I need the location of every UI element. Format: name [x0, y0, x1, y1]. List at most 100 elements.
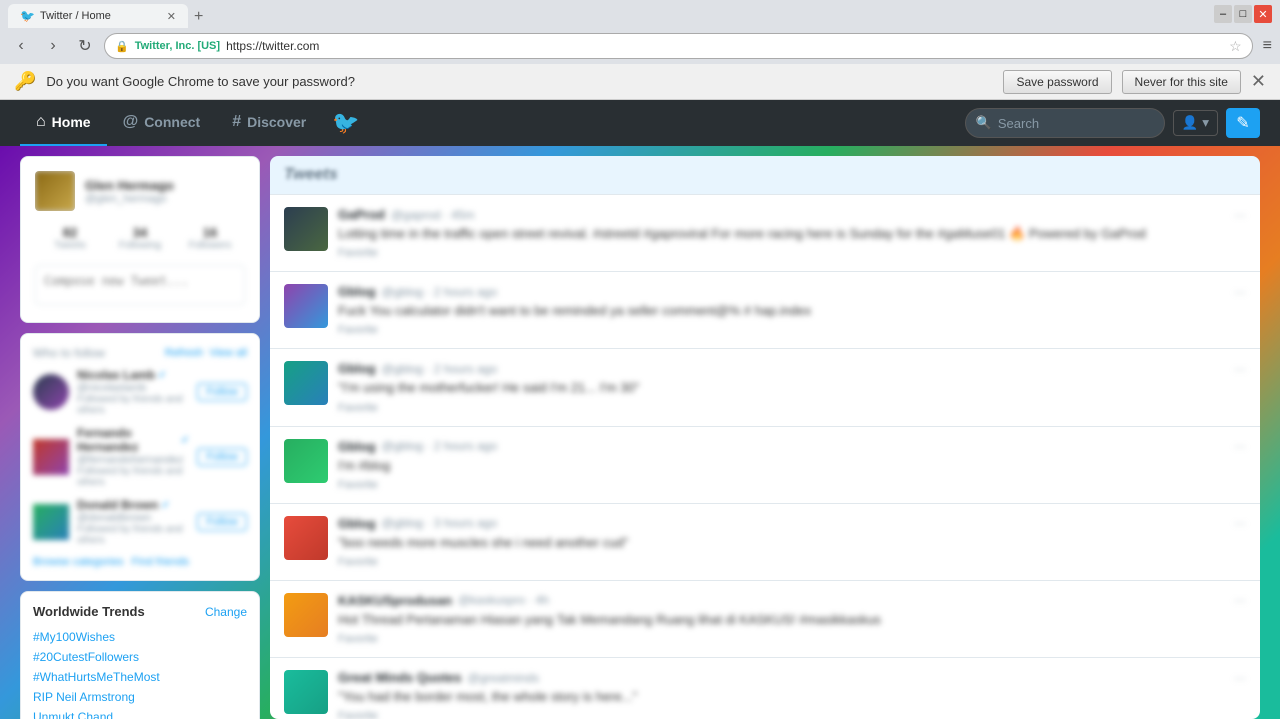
tweet-actions-6: Favorite [338, 633, 1246, 645]
following-count: 34 [109, 225, 171, 240]
trend-1[interactable]: #My100Wishes [33, 627, 247, 647]
trends-header: Worldwide Trends Change [33, 604, 247, 619]
tweet-actions-3: Favorite [338, 402, 1246, 414]
trends-title: Worldwide Trends [33, 604, 205, 619]
tweet-more-7[interactable]: ··· [1234, 671, 1246, 685]
tweet-name-3: Gblog [338, 361, 376, 376]
new-tab-button[interactable]: + [188, 6, 209, 28]
tweet-header-2: Gblog @gblog · 2 hours ago ··· [338, 284, 1246, 299]
follow-button-1[interactable]: Follow [197, 383, 247, 401]
tweet-text-6: Hot Thread Pertanaman Hiasan yang Tak Me… [338, 611, 1246, 629]
maximize-button[interactable]: □ [1234, 5, 1252, 23]
browse-links: Browse categories Find friends [33, 556, 247, 568]
tweets-panel: Tweets GaProd @gaprod · 45m ··· Lotting … [270, 156, 1260, 719]
tweet-more-3[interactable]: ··· [1234, 362, 1246, 376]
tweet-username-7: @greatminds [468, 671, 540, 685]
browse-categories-link[interactable]: Browse categories [33, 556, 124, 568]
search-box[interactable]: 🔍 [965, 108, 1165, 138]
stat-followers[interactable]: 16 Followers [175, 221, 245, 255]
trend-3[interactable]: #WhatHurtsMeTheMost [33, 667, 247, 687]
tweet-actions-1: Favorite [338, 247, 1246, 259]
trend-4[interactable]: RIP Neil Armstrong [33, 687, 247, 707]
dismiss-password-bar-button[interactable]: ✕ [1251, 71, 1266, 92]
tweet-more-1[interactable]: ··· [1234, 208, 1246, 222]
tweet-header-7: Great Minds Quotes @greatminds ··· [338, 670, 1246, 685]
active-tab[interactable]: 🐦 Twitter / Home ✕ [8, 4, 188, 28]
search-input[interactable] [998, 116, 1138, 131]
follow-name-1: Nicolas Lamb ✓ [77, 368, 189, 382]
minimize-button[interactable]: – [1214, 5, 1232, 23]
twitter-navbar: ⌂ Home @ Connect # Discover 🐦 🔍 👤 ▾ ✎ [0, 100, 1280, 146]
refresh-button[interactable]: ↻ [72, 33, 98, 59]
verified-badge-2: ✓ [181, 435, 189, 446]
compose-tweet-button[interactable]: ✎ [1226, 108, 1260, 138]
view-all-link[interactable]: View all [209, 347, 247, 359]
back-button[interactable]: ‹ [8, 33, 34, 59]
tweet-header-6: KASKUSprodusan @kaskuspro · 4h ··· [338, 593, 1246, 608]
tweet-avatar-4 [284, 439, 328, 483]
tweets-count: 82 [39, 225, 101, 240]
profile-header: Glen Hermago @glen_hermago [35, 171, 245, 211]
trend-2[interactable]: #20CutestFollowers [33, 647, 247, 667]
tweet-more-2[interactable]: ··· [1234, 285, 1246, 299]
find-friends-link[interactable]: Find friends [132, 556, 189, 568]
tweet-item-3: Gblog @gblog · 2 hours ago ··· "I'm usin… [270, 349, 1260, 426]
stat-following[interactable]: 34 Following [105, 221, 175, 255]
close-button[interactable]: ✕ [1254, 5, 1272, 23]
tweet-body-4: Gblog @gblog · 2 hours ago ··· I'm #blog… [338, 439, 1246, 491]
tweet-username-3: @gblog · 2 hours ago [382, 362, 498, 376]
follow-info-1: Nicolas Lamb ✓ @nicolaslamb Followed by … [77, 368, 189, 416]
trends-change-link[interactable]: Change [205, 605, 247, 619]
tweet-name-1: GaProd [338, 207, 385, 222]
tweet-header-3: Gblog @gblog · 2 hours ago ··· [338, 361, 1246, 376]
tweet-username-4: @gblog · 2 hours ago [382, 439, 498, 453]
window-controls: – □ ✕ [1214, 5, 1272, 23]
compose-tweet-textarea[interactable] [35, 265, 245, 305]
bookmark-icon[interactable]: ☆ [1229, 38, 1242, 55]
follow-name-2: Fernando Hernandez ✓ [77, 426, 189, 454]
followers-label: Followers [179, 240, 241, 251]
tweet-item-2: Gblog @gblog · 2 hours ago ··· Fuck You … [270, 272, 1260, 349]
nav-home[interactable]: ⌂ Home [20, 100, 107, 146]
follow-button-2[interactable]: Follow [197, 448, 247, 466]
follow-user-1: Nicolas Lamb ✓ @nicolaslamb Followed by … [33, 368, 247, 416]
tweet-name-7: Great Minds Quotes [338, 670, 462, 685]
save-password-button[interactable]: Save password [1003, 70, 1111, 94]
nav-connect-label: Connect [144, 114, 200, 130]
tweet-actions-5: Favorite [338, 556, 1246, 568]
twitter-logo: 🐦 [332, 110, 359, 136]
tweet-item-7: Great Minds Quotes @greatminds ··· "You … [270, 658, 1260, 719]
nav-right-section: 🔍 👤 ▾ ✎ [965, 108, 1260, 138]
tweet-actions-4: Favorite [338, 479, 1246, 491]
tweet-name-5: Gblog [338, 516, 376, 531]
forward-button[interactable]: › [40, 33, 66, 59]
tab-title: Twitter / Home [40, 10, 161, 22]
tweet-more-5[interactable]: ··· [1234, 516, 1246, 530]
follow-info-2: Fernando Hernandez ✓ @fernandohernandez … [77, 426, 189, 488]
home-icon: ⌂ [36, 113, 46, 131]
tweet-body-5: Gblog @gblog · 3 hours ago ··· "boo need… [338, 516, 1246, 568]
address-box[interactable]: 🔒 Twitter, Inc. [US] https://twitter.com… [104, 33, 1253, 59]
nav-connect[interactable]: @ Connect [107, 100, 217, 146]
close-tab-button[interactable]: ✕ [167, 10, 176, 23]
tweet-more-6[interactable]: ··· [1234, 593, 1246, 607]
refresh-link[interactable]: Refresh [165, 347, 204, 359]
tweet-more-4[interactable]: ··· [1234, 439, 1246, 453]
nav-discover[interactable]: # Discover [216, 100, 322, 146]
profile-stats: 82 Tweets 34 Following 16 Followers [35, 221, 245, 255]
user-menu-button[interactable]: 👤 ▾ [1173, 110, 1218, 136]
trend-5[interactable]: Unmukt Chand [33, 707, 247, 719]
verified-badge-1: ✓ [158, 370, 166, 381]
tweet-username-1: @gaprod · 45m [391, 208, 475, 222]
followers-count: 16 [179, 225, 241, 240]
tweet-name-2: Gblog [338, 284, 376, 299]
profile-name: Glen Hermago [85, 178, 174, 193]
never-for-site-button[interactable]: Never for this site [1122, 70, 1241, 94]
profile-card: Glen Hermago @glen_hermago 82 Tweets 34 … [20, 156, 260, 323]
user-icon: 👤 [1182, 115, 1199, 131]
tweet-actions-7: Favorite [338, 710, 1246, 719]
follow-button-3[interactable]: Follow [197, 513, 247, 531]
chrome-menu-icon[interactable]: ≡ [1263, 37, 1272, 55]
tweets-label: Tweets [39, 240, 101, 251]
stat-tweets[interactable]: 82 Tweets [35, 221, 105, 255]
